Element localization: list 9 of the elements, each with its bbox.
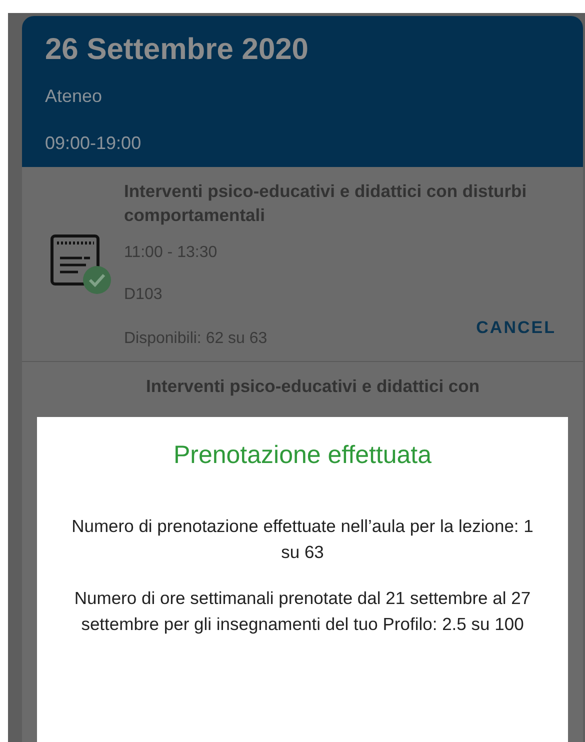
dialog-message: Numero di prenotazione effettuate nell’aula per la lezione: 1 su 63 — [70, 514, 534, 564]
lesson-title: Interventi psico-educativi e didattici con — [146, 376, 480, 396]
location-text: Ateneo — [45, 85, 104, 108]
dialog-message: Numero di ore settimanali prenotate dal 21 settembre al 27 settembre per gli insegnamenti del tuo Profilo: 2.5 su 100 — [73, 586, 532, 636]
cancel-button[interactable]: CANCEL — [476, 315, 556, 340]
dialog-title: Prenotazione effettuata — [173, 440, 432, 471]
hours-text: 09:00-19:00 — [45, 132, 142, 155]
lesson-title: Interventi psico-educativi e didattici con disturbi comportamentali — [124, 180, 528, 227]
date-title: 26 Settembre 2020 — [45, 32, 310, 68]
